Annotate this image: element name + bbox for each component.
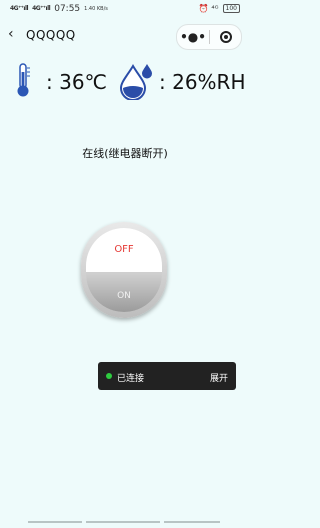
water-drop-icon [119, 64, 152, 100]
sensor-readings: : 36℃ : 26%RH [0, 62, 250, 102]
device-status-text: 在线(继电器断开) [82, 147, 168, 160]
net-speed: 1.40 KB/s [84, 5, 108, 12]
switch-face: OFF ON [86, 228, 162, 312]
more-button[interactable]: •●• [177, 25, 209, 49]
on-label: ON [117, 291, 131, 301]
battery-icon: 100 [222, 4, 240, 13]
temperature-value: : 36℃ [46, 70, 108, 94]
signal-icon: 4G⁺⁺ıll [10, 5, 29, 12]
relay-toggle-switch[interactable]: OFF ON [81, 222, 167, 318]
alarm-network-icons: ⏰ ⁴ᴳ [198, 4, 219, 13]
page-title: QQQQQ [26, 28, 76, 42]
bottom-divider [0, 521, 250, 524]
back-icon[interactable]: ‹ [8, 26, 14, 42]
connection-toast: 已连接 展开 [98, 362, 236, 390]
expand-button[interactable]: 展开 [210, 371, 228, 384]
switch-off-half[interactable]: OFF [86, 228, 162, 273]
switch-on-half[interactable]: ON [86, 273, 162, 312]
humidity-value: : 26%RH [159, 70, 246, 94]
off-label: OFF [114, 244, 134, 255]
clock: 07:55 [54, 4, 81, 14]
status-left: 4G⁺⁺ıll 4G⁺⁺ıll 07:55 1.40 KB/s [10, 4, 108, 14]
nav-bar: ‹ QQQQQ •●• [0, 22, 250, 50]
status-right: ⏰ ⁴ᴳ 100 [199, 4, 240, 13]
thermometer-icon [17, 63, 30, 97]
status-bar: 4G⁺⁺ıll 4G⁺⁺ıll 07:55 1.40 KB/s ⏰ ⁴ᴳ 100 [0, 0, 250, 20]
connection-status-text: 已连接 [117, 374, 145, 384]
connected-dot-icon [106, 373, 112, 379]
mini-program-capsule: •●• [176, 24, 242, 50]
signal-icon-2: 4G⁺⁺ıll [32, 5, 51, 12]
close-icon [219, 31, 232, 43]
close-button[interactable] [210, 31, 241, 43]
